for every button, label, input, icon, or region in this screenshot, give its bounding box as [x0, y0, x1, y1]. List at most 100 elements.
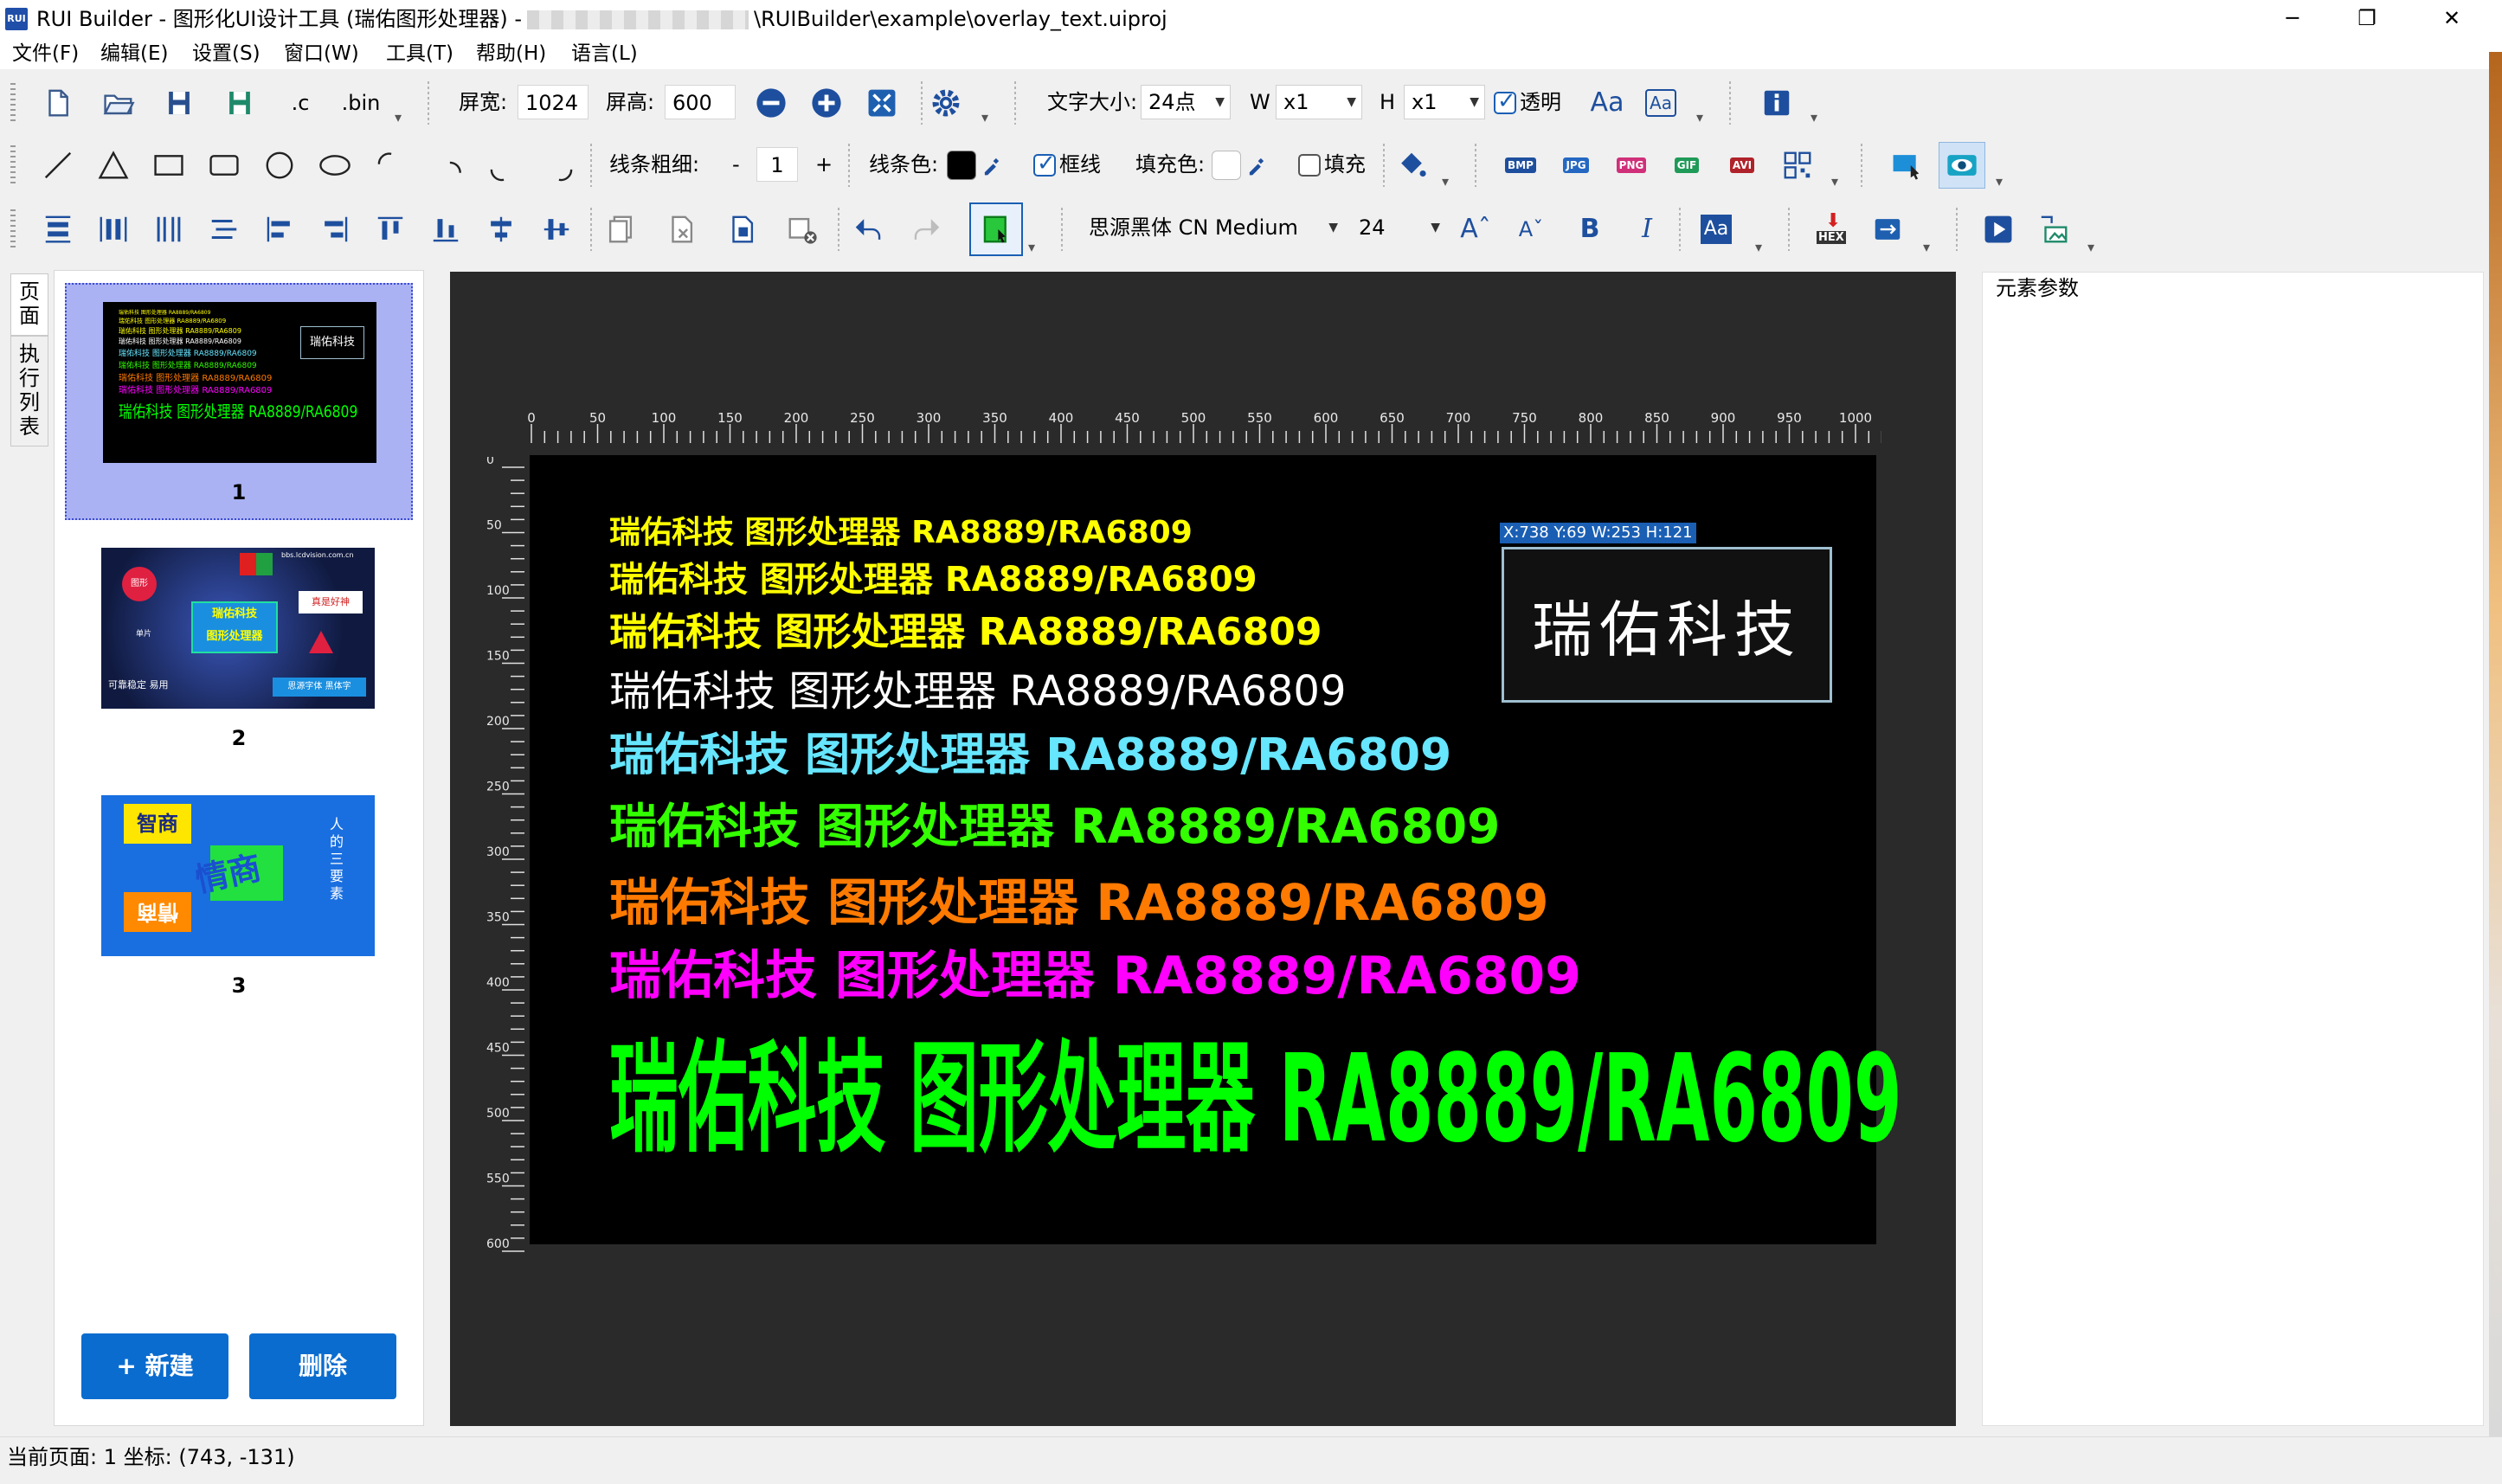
cut-button[interactable] [658, 206, 704, 253]
transparent-checkbox[interactable] [1494, 88, 1516, 114]
align-columns-button[interactable] [145, 206, 192, 253]
toolbar-grip[interactable] [10, 83, 16, 121]
canvas-text-line-2[interactable]: 瑞佑科技 图形处理器 RA8889/RA6809 [609, 559, 1257, 601]
export-jpg-button[interactable]: JPG [1553, 142, 1599, 189]
export-image-button[interactable] [2030, 206, 2077, 253]
page-item-3[interactable]: 智商 情商 情商 人的三要素 3 [65, 778, 413, 1015]
canvas-text-line-7[interactable]: 瑞佑科技 图形处理器 RA8889/RA6809 [609, 872, 1549, 933]
text-style-button[interactable]: Aa [1693, 206, 1740, 253]
minimize-button[interactable]: ─ [2255, 0, 2330, 38]
italic-button[interactable]: I [1624, 206, 1670, 253]
toolbar-overflow-icon[interactable]: ▾ [1696, 109, 1703, 125]
line-width-input[interactable]: 1 [756, 147, 798, 182]
font-style-button[interactable]: Aa [1637, 80, 1684, 126]
export-gif-button[interactable]: GIF [1663, 142, 1710, 189]
preview-button[interactable] [1939, 142, 1985, 189]
export-bmp-button[interactable]: BMP [1497, 142, 1544, 189]
export-avi-button[interactable]: AVI [1719, 142, 1766, 189]
selected-text-box[interactable]: 瑞佑科技 [1502, 547, 1832, 703]
canvas-text-line-6[interactable]: 瑞佑科技 图形处理器 RA8889/RA6809 [609, 798, 1500, 855]
delete-element-button[interactable] [779, 206, 826, 253]
export-bin-button[interactable]: .bin [338, 80, 384, 126]
toolbar-overflow-icon[interactable]: ▾ [1923, 239, 1930, 255]
usb-download-button[interactable] [1864, 206, 1911, 253]
align-center-v-button[interactable] [533, 206, 580, 253]
increase-font-button[interactable]: Aˆ [1452, 206, 1499, 253]
new-file-button[interactable] [35, 80, 81, 126]
fill-checkbox[interactable] [1298, 154, 1321, 177]
export-c-button[interactable]: .c [277, 80, 324, 126]
page-item-2[interactable]: 图形 bbs.lcdvision.com.cn 瑞佑科技 图形处理器 真是好神 单… [65, 530, 413, 768]
page-item-1[interactable]: 瑞佑科技 图形处理器 RA8889/RA6809 瑞佑科技 图形处理器 RA88… [65, 283, 413, 520]
menu-tools[interactable]: 工具(T) [386, 42, 453, 66]
export-png-button[interactable]: PNG [1608, 142, 1655, 189]
canvas-text-line-5[interactable]: 瑞佑科技 图形处理器 RA8889/RA6809 [609, 729, 1451, 782]
toolbar-overflow-icon[interactable]: ▾ [1755, 239, 1762, 255]
canvas-text-line-1[interactable]: 瑞佑科技 图形处理器 RA8889/RA6809 [609, 514, 1193, 552]
ellipse-tool-button[interactable] [312, 142, 358, 189]
fit-screen-button[interactable] [859, 80, 905, 126]
rectangle-tool-button[interactable] [145, 142, 192, 189]
zoom-in-button[interactable] [803, 80, 850, 126]
open-file-button[interactable] [95, 80, 142, 126]
h-scale-select[interactable]: x1 ▼ [1404, 85, 1485, 119]
menu-edit[interactable]: 编辑(E) [100, 42, 168, 66]
line-color-swatch[interactable] [947, 151, 976, 180]
align-right-button[interactable] [312, 206, 358, 253]
settings-button[interactable] [923, 80, 969, 126]
toolbar-overflow-icon[interactable]: ▾ [1028, 239, 1035, 255]
toolbar-overflow-icon[interactable]: ▾ [395, 109, 402, 125]
font-family-select[interactable]: 思源黑体 CN Medium ▼ [1082, 211, 1343, 246]
select-area-button[interactable] [1883, 142, 1930, 189]
paint-bucket-button[interactable] [1388, 142, 1435, 189]
circle-tool-button[interactable] [256, 142, 303, 189]
menu-language[interactable]: 语言(L) [571, 42, 638, 66]
about-button[interactable] [1753, 80, 1800, 126]
align-left-button[interactable] [256, 206, 303, 253]
menu-file[interactable]: 文件(F) [12, 42, 79, 66]
distribute-vertical-button[interactable] [35, 206, 81, 253]
paste-button[interactable] [718, 206, 765, 253]
toolbar-overflow-icon[interactable]: ▾ [981, 109, 988, 125]
arc-tool-1-button[interactable] [362, 137, 408, 183]
line-width-decrease-button[interactable]: - [732, 151, 740, 178]
bold-button[interactable]: B [1566, 206, 1613, 253]
new-page-button[interactable]: + 新建 [81, 1333, 228, 1399]
tab-pages[interactable]: 页面 [10, 273, 48, 336]
text-select-button[interactable] [969, 202, 1023, 256]
tab-execution-list[interactable]: 执行列表 [10, 336, 48, 446]
qrcode-button[interactable] [1774, 142, 1821, 189]
canvas-text-line-4[interactable]: 瑞佑科技 图形处理器 RA8889/RA6809 [609, 666, 1347, 716]
decrease-font-button[interactable]: Aˇ [1508, 206, 1554, 253]
toolbar-overflow-icon[interactable]: ▾ [2087, 239, 2094, 255]
close-button[interactable]: ✕ [2415, 0, 2489, 38]
toolbar-overflow-icon[interactable]: ▾ [1442, 173, 1449, 190]
export-hex-button[interactable]: ⬇ HEX [1809, 206, 1856, 253]
save-as-button[interactable] [216, 80, 263, 126]
maximize-button[interactable]: ❐ [2330, 0, 2404, 38]
font-button[interactable]: Aa [1584, 80, 1630, 126]
line-color-picker-button[interactable] [976, 142, 1007, 189]
fill-color-picker-button[interactable] [1241, 142, 1272, 189]
redo-button[interactable] [904, 206, 950, 253]
fill-color-swatch[interactable] [1212, 151, 1241, 180]
align-rows-button[interactable] [201, 206, 248, 253]
undo-button[interactable] [845, 206, 891, 253]
canvas-text-line-8[interactable]: 瑞佑科技 图形处理器 RA8889/RA6809 [609, 945, 1581, 1007]
canvas-text-line-3[interactable]: 瑞佑科技 图形处理器 RA8889/RA6809 [609, 609, 1322, 656]
arc-tool-3-button[interactable] [474, 152, 521, 199]
menu-settings[interactable]: 设置(S) [192, 42, 260, 66]
toolbar-overflow-icon[interactable]: ▾ [1996, 173, 2003, 190]
line-width-increase-button[interactable]: + [815, 151, 833, 178]
toolbar-overflow-icon[interactable]: ▾ [1811, 109, 1817, 125]
arc-tool-4-button[interactable] [542, 152, 589, 199]
copy-button[interactable] [597, 206, 644, 253]
font-size-select[interactable]: 24点 ▼ [1141, 85, 1231, 119]
toolbar-grip[interactable] [10, 209, 16, 247]
border-checkbox[interactable] [1033, 151, 1056, 177]
menu-window[interactable]: 窗口(W) [284, 42, 359, 66]
toolbar-overflow-icon[interactable]: ▾ [1831, 173, 1838, 190]
align-center-h-button[interactable] [478, 206, 524, 253]
toolbar-grip[interactable] [10, 145, 16, 183]
save-button[interactable] [156, 80, 203, 126]
